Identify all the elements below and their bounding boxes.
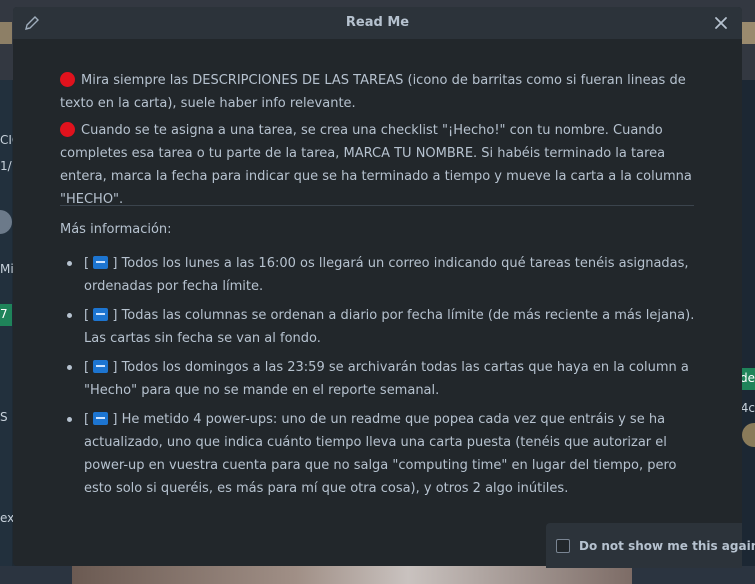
info-list: [ ] Todos los lunes a las 16:00 os llega… [60, 252, 700, 506]
bracket: ] [112, 256, 118, 271]
intro-text: Mira siempre las DESCRIPCIONES DE LAS TA… [60, 73, 686, 111]
bracket: [ [84, 308, 90, 323]
modal-header: Read Me [13, 7, 742, 39]
readme-intro: Mira siempre las DESCRIPCIONES DE LAS TA… [60, 69, 700, 215]
bracket: [ [84, 412, 90, 427]
list-item: [ ] Todos los domingos a las 23:59 se ar… [60, 356, 700, 402]
board-column-right [742, 80, 755, 584]
bracket: [ [84, 256, 90, 271]
board-text-fragment: 7 [0, 307, 8, 321]
list-item-text: Todos los lunes a las 16:00 os llegará u… [84, 256, 689, 294]
bracket: [ [84, 360, 90, 375]
list-item: [ ] Todos los lunes a las 16:00 os llega… [60, 252, 700, 298]
new-badge-icon [93, 308, 109, 321]
more-info-heading: Más información: [60, 222, 172, 237]
list-item-text: He metido 4 power-ups: uno de un readme … [84, 412, 677, 496]
intro-paragraph: Mira siempre las DESCRIPCIONES DE LAS TA… [60, 69, 700, 115]
checkbox-icon[interactable] [556, 539, 570, 553]
red-circle-icon [60, 122, 75, 137]
bracket: ] [112, 308, 118, 323]
readme-modal: Read Me Mira siempre las DESCRIPCIONES D… [13, 7, 742, 566]
list-item-text: Todas las columnas se ordenan a diario p… [84, 308, 695, 346]
close-icon[interactable] [712, 14, 730, 32]
dont-show-again-panel[interactable]: Do not show me this again. [546, 523, 755, 568]
divider [60, 205, 694, 206]
board-card-fragment [742, 22, 755, 44]
list-item-text: Todos los domingos a las 23:59 se archiv… [84, 360, 689, 398]
intro-paragraph: Cuando se te asigna a una tarea, se crea… [60, 119, 700, 211]
board-card-fragment [0, 22, 12, 44]
intro-text: Cuando se te asigna a una tarea, se crea… [60, 123, 692, 207]
dont-show-again-label[interactable]: Do not show me this again. [579, 539, 755, 553]
board-column-left [0, 80, 12, 584]
list-item: [ ] Todas las columnas se ordenan a diar… [60, 304, 700, 350]
board-text-fragment: S [0, 410, 8, 424]
new-badge-icon [93, 412, 109, 425]
bracket: ] [112, 412, 118, 427]
board-text-fragment: Mi [0, 262, 14, 276]
red-circle-icon [60, 72, 75, 87]
bracket: ] [112, 360, 118, 375]
board-text-fragment: 1/ [0, 159, 12, 173]
new-badge-icon [93, 256, 109, 269]
new-badge-icon [93, 360, 109, 373]
modal-title: Read Me [345, 15, 410, 30]
list-item: [ ] He metido 4 power-ups: uno de un rea… [60, 408, 700, 500]
card-cover-image [72, 566, 632, 584]
board-text-fragment: 4c [740, 401, 755, 415]
board-text-fragment: de [740, 371, 755, 385]
